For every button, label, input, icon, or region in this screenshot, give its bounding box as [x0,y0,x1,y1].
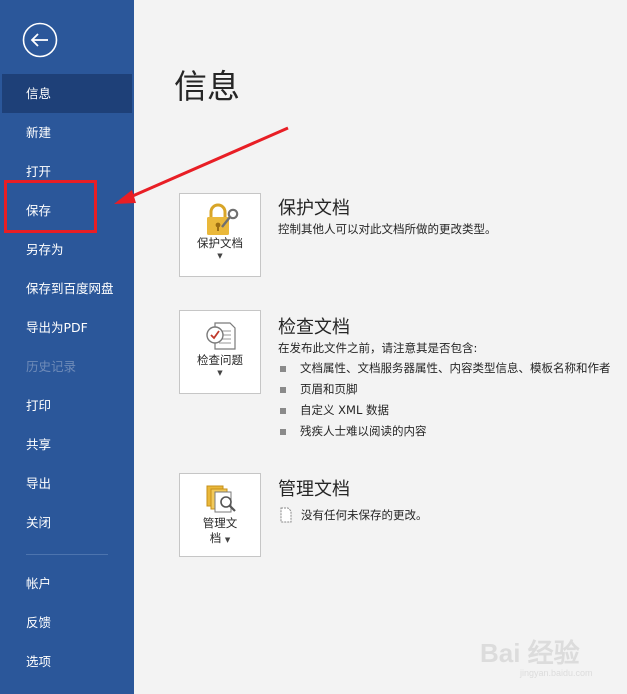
nav-item-share[interactable]: 共享 [0,425,134,464]
page-title: 信息 [174,67,240,106]
inspect-bullet-text: 页眉和页脚 [300,382,358,396]
nav-item-export[interactable]: 导出 [0,464,134,503]
bullet-square-icon [280,407,286,414]
manage-section-description: 没有任何未保存的更改。 [301,508,428,522]
nav-item-feedback[interactable]: 反馈 [0,603,134,642]
chevron-down-icon: ▼ [217,369,223,377]
svg-text:Bai 经验: Bai 经验 [480,638,580,668]
bullet-square-icon [280,428,286,435]
inspect-document-icon [204,321,238,355]
bullet-square-icon [280,365,286,372]
inspect-bullet-text: 文档属性、文档服务器属性、内容类型信息、模板名称和作者 [300,361,611,375]
nav-item-save-to-baidu[interactable]: 保存到百度网盘 [0,269,134,308]
document-status-icon [279,507,293,527]
inspect-bullet: 页眉和页脚 [280,381,358,397]
manage-document-button-label-line2: 档 ▼ [209,531,231,545]
baidu-jingyan-watermark: Bai 经验 jingyan.baidu.com [480,628,620,680]
manage-document-button[interactable]: 管理文 档 ▼ [179,473,261,557]
baidu-paw-logo-icon: Bai 经验 jingyan.baidu.com [480,638,593,678]
protect-document-button[interactable]: 保护文档 ▼ [179,193,261,277]
protect-document-button-label: 保护文档 [197,236,243,250]
inspect-bullet-text: 残疾人士难以阅读的内容 [300,424,427,438]
nav-item-account[interactable]: 帐户 [0,564,134,603]
check-for-issues-button[interactable]: 检查问题 ▼ [179,310,261,394]
nav-item-options[interactable]: 选项 [0,642,134,681]
manage-document-button-label: 管理文 [202,516,238,530]
save-highlight-box [4,180,97,233]
back-arrow-icon[interactable] [22,22,58,58]
inspect-bullet-text: 自定义 XML 数据 [300,403,390,417]
nav-divider [26,554,108,555]
protect-section-description: 控制其他人可以对此文档所做的更改类型。 [278,222,497,236]
inspect-section-description: 在发布此文件之前，请注意其是否包含: [278,341,478,355]
inspect-bullet: 残疾人士难以阅读的内容 [280,423,427,439]
inspect-section-title: 检查文档 [278,317,350,338]
protect-section-title: 保护文档 [278,198,350,219]
nav-item-export-pdf[interactable]: 导出为PDF [0,308,134,347]
inspect-bullet: 自定义 XML 数据 [280,402,389,418]
manage-section-title: 管理文档 [278,479,350,500]
inspect-bullet: 文档属性、文档服务器属性、内容类型信息、模板名称和作者 [280,360,611,376]
nav-item-info[interactable]: 信息 [2,74,132,113]
bullet-square-icon [280,386,286,393]
nav-item-print[interactable]: 打印 [0,386,134,425]
svg-text:jingyan.baidu.com: jingyan.baidu.com [519,668,593,678]
nav-item-history: 历史记录 [26,359,77,374]
backstage-sidebar: 信息 新建 打开 保存 另存为 保存到百度网盘 导出为PDF 历史记录 打印 共… [0,0,134,694]
manage-document-icon [204,484,238,518]
check-for-issues-button-label: 检查问题 [197,353,243,367]
nav-item-close[interactable]: 关闭 [0,503,134,542]
nav-item-save-as[interactable]: 另存为 [0,230,134,269]
chevron-down-icon: ▼ [217,252,223,260]
chevron-down-icon: ▼ [224,536,231,544]
